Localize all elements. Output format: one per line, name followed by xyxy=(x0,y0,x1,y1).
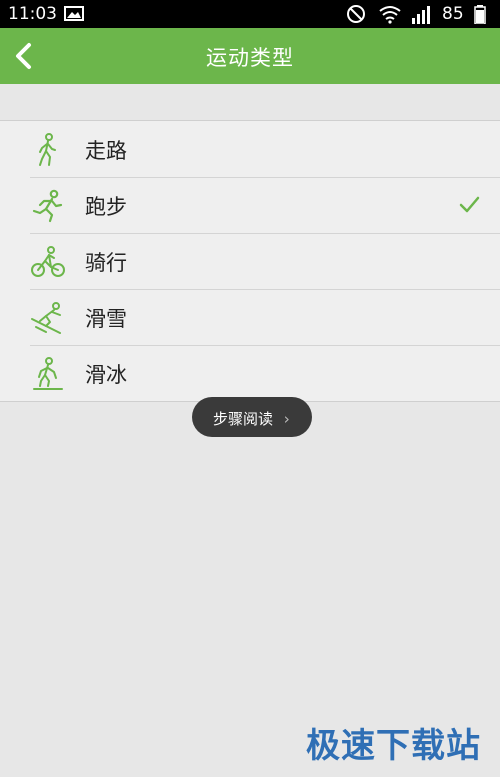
sport-type-list: 走路 跑步 骑行 滑雪 滑冰 xyxy=(0,120,500,402)
skiing-icon xyxy=(31,302,61,334)
wifi-icon xyxy=(379,6,401,24)
cycling-icon xyxy=(31,246,65,277)
watermark-logo: 极速下载站 xyxy=(306,726,481,766)
status-time: 11:03 xyxy=(8,4,57,24)
page-title: 运动类型 xyxy=(206,46,294,70)
step-reading-button[interactable]: 步骤阅读 › xyxy=(192,397,312,437)
list-item-walking[interactable]: 走路 xyxy=(0,121,500,177)
sport-label: 走路 xyxy=(85,139,127,163)
sport-label: 滑雪 xyxy=(85,307,127,331)
walking-icon xyxy=(39,133,56,166)
status-bar: 11:03 85 xyxy=(0,0,500,28)
signal-icon xyxy=(412,6,430,24)
list-item-cycling[interactable]: 骑行 xyxy=(0,233,500,289)
running-icon xyxy=(32,189,63,223)
sport-label: 骑行 xyxy=(85,251,127,275)
mute-icon xyxy=(347,5,365,23)
sport-label: 跑步 xyxy=(85,195,127,219)
list-item-skiing[interactable]: 滑雪 xyxy=(0,289,500,345)
skating-icon xyxy=(33,357,63,390)
list-item-skating[interactable]: 滑冰 xyxy=(0,345,500,401)
battery-icon xyxy=(474,5,486,24)
battery-level: 85 xyxy=(442,4,464,24)
list-item-running[interactable]: 跑步 xyxy=(0,177,500,233)
sport-label: 滑冰 xyxy=(85,363,127,387)
step-reading-label: 步骤阅读 › xyxy=(213,410,290,428)
chevron-right-icon: › xyxy=(283,410,290,428)
check-icon xyxy=(459,196,480,213)
image-icon xyxy=(64,6,84,21)
app-header: 运动类型 xyxy=(0,28,500,84)
